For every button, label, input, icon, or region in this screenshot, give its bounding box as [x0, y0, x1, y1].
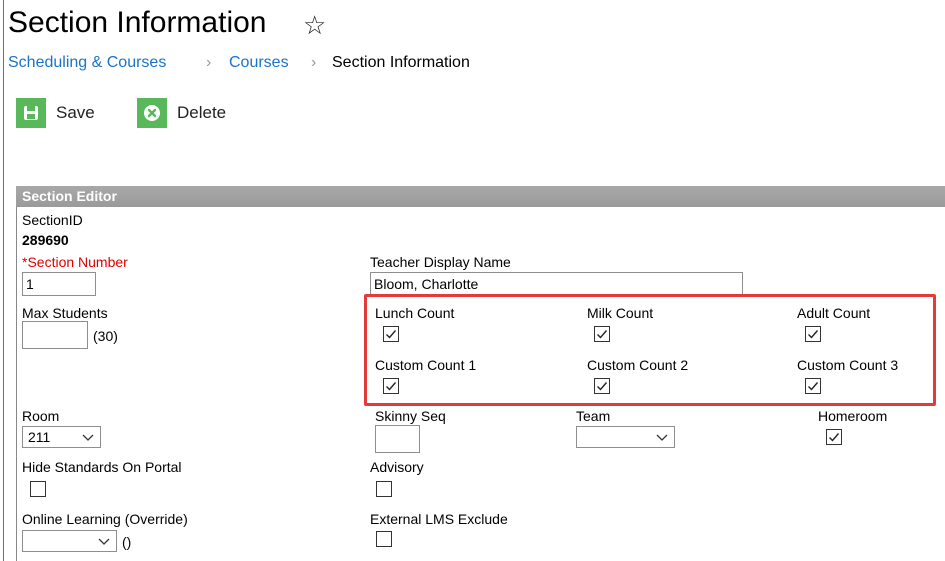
- breadcrumb-current: Section Information: [332, 54, 470, 71]
- save-label: Save: [56, 103, 95, 122]
- delete-button[interactable]: Delete: [137, 97, 226, 129]
- custom-count-2-checkbox[interactable]: [594, 378, 610, 394]
- x-circle-icon: [137, 98, 167, 128]
- adult-count-checkbox[interactable]: [805, 326, 821, 342]
- section-editor-header: Section Editor: [16, 186, 945, 207]
- team-select[interactable]: [576, 426, 675, 448]
- checkmark-icon: [386, 330, 397, 339]
- section-number-input[interactable]: [22, 272, 96, 296]
- delete-label: Delete: [177, 103, 227, 122]
- custom-count-2-label: Custom Count 2: [587, 357, 689, 373]
- max-students-hint: (30): [93, 328, 118, 344]
- adult-count-label: Adult Count: [797, 305, 871, 321]
- team-label: Team: [576, 408, 611, 424]
- milk-count-label: Milk Count: [587, 305, 654, 321]
- homeroom-label: Homeroom: [818, 408, 888, 424]
- advisory-label: Advisory: [370, 459, 424, 475]
- lunch-count-label: Lunch Count: [375, 305, 455, 321]
- section-id-value: 289690: [22, 232, 69, 248]
- homeroom-checkbox[interactable]: [826, 429, 842, 445]
- star-outline-icon[interactable]: ☆: [303, 10, 326, 41]
- hide-standards-label: Hide Standards On Portal: [22, 459, 182, 475]
- custom-count-1-label: Custom Count 1: [375, 357, 477, 373]
- left-border: [3, 0, 4, 561]
- custom-count-3-checkbox[interactable]: [805, 378, 821, 394]
- floppy-disk-icon: [16, 98, 46, 128]
- external-lms-label: External LMS Exclude: [370, 511, 508, 527]
- breadcrumb-courses[interactable]: Courses: [229, 54, 289, 72]
- max-students-label: Max Students: [22, 305, 108, 321]
- breadcrumb-scheduling-courses[interactable]: Scheduling & Courses: [8, 54, 166, 72]
- teacher-display-name-label: Teacher Display Name: [370, 254, 511, 270]
- online-learning-label: Online Learning (Override): [22, 511, 188, 527]
- online-learning-select[interactable]: [22, 530, 117, 552]
- skinny-seq-input[interactable]: [375, 425, 420, 453]
- online-learning-hint: (): [122, 534, 132, 550]
- chevron-down-icon: [82, 434, 94, 441]
- checkmark-icon: [597, 382, 608, 391]
- checkmark-icon: [829, 433, 840, 442]
- page-title: Section Information: [8, 6, 267, 39]
- checkmark-icon: [808, 330, 819, 339]
- teacher-display-name-input[interactable]: [370, 272, 743, 296]
- chevron-down-icon: [656, 434, 668, 441]
- custom-count-3-label: Custom Count 3: [797, 357, 899, 373]
- advisory-checkbox[interactable]: [376, 481, 392, 497]
- checkmark-icon: [597, 330, 608, 339]
- max-students-input[interactable]: [22, 321, 88, 349]
- breadcrumb-separator-icon: ›: [206, 54, 212, 71]
- lunch-count-checkbox[interactable]: [383, 326, 399, 342]
- hide-standards-checkbox[interactable]: [30, 481, 46, 497]
- section-number-label: *Section Number: [22, 254, 128, 270]
- checkmark-icon: [386, 382, 397, 391]
- external-lms-checkbox[interactable]: [376, 531, 392, 547]
- room-select[interactable]: 211: [22, 426, 101, 448]
- skinny-seq-label: Skinny Seq: [375, 408, 446, 424]
- room-label: Room: [22, 408, 60, 424]
- room-select-value: 211: [28, 429, 51, 445]
- chevron-down-icon: [98, 538, 110, 545]
- breadcrumb-separator-icon: ›: [311, 54, 317, 71]
- custom-count-1-checkbox[interactable]: [383, 378, 399, 394]
- save-button[interactable]: Save: [16, 97, 95, 129]
- milk-count-checkbox[interactable]: [594, 326, 610, 342]
- checkmark-icon: [808, 382, 819, 391]
- section-id-label: SectionID: [22, 212, 83, 228]
